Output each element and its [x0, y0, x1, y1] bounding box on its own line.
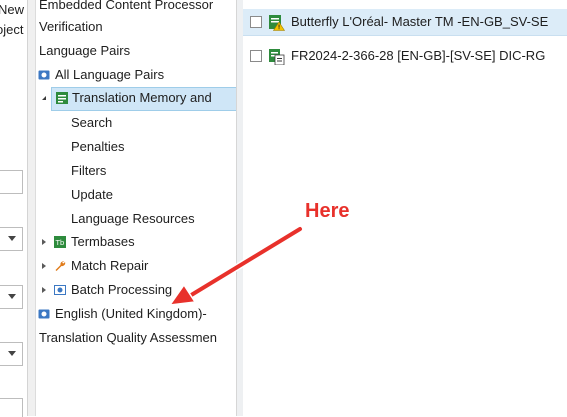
left-dropdown-4[interactable]	[0, 342, 23, 366]
batch-processing-icon	[54, 285, 66, 295]
left-side-panel: New oject	[0, 0, 28, 417]
tree-item-translation-memory[interactable]: Translation Memory and	[51, 87, 236, 111]
tree-item-all-language-pairs[interactable]: All Language Pairs	[55, 64, 164, 86]
termbase-icon: Tb	[54, 236, 66, 248]
expand-arrow-icon[interactable]	[42, 263, 46, 269]
left-dropdown-2[interactable]	[0, 227, 23, 251]
row-checkbox[interactable]	[250, 16, 262, 28]
tree-item-language-resources[interactable]: Language Resources	[71, 208, 195, 230]
settings-tree: Embedded Content Processor Verification …	[36, 0, 236, 416]
tree-item-filters[interactable]: Filters	[71, 160, 106, 182]
wrench-icon	[55, 261, 66, 271]
tree-item-search[interactable]: Search	[71, 112, 112, 134]
tree-item-penalties[interactable]: Penalties	[71, 136, 124, 158]
tree-item-batch-processing[interactable]: Batch Processing	[71, 279, 172, 301]
row-checkbox[interactable]	[250, 50, 262, 62]
chevron-down-icon	[8, 236, 16, 241]
tree-item-match-repair[interactable]: Match Repair	[71, 255, 148, 277]
translation-memory-file-icon	[269, 49, 285, 65]
translation-memory-icon	[56, 92, 68, 104]
tm-name: FR2024-2-366-28 [EN-GB]-[SV-SE] DIC-RG	[291, 48, 546, 63]
tree-item-update[interactable]: Update	[71, 184, 113, 206]
left-dropdown-5[interactable]	[0, 398, 23, 417]
tree-item-language-pairs[interactable]: Language Pairs	[39, 40, 130, 62]
project-label[interactable]: oject	[0, 22, 23, 37]
translation-memory-list: Butterfly L'Oréal- Master TM -EN-GB_SV-S…	[243, 0, 567, 416]
annotation-label: Here	[305, 200, 350, 222]
tree-item-label: Translation Memory and	[72, 90, 212, 105]
left-dropdown-3[interactable]	[0, 285, 23, 309]
translation-memory-warning-icon	[269, 15, 285, 31]
language-pair-icon	[38, 309, 50, 319]
collapse-arrow-icon[interactable]	[42, 96, 46, 100]
chevron-down-icon	[8, 351, 16, 356]
language-pair-icon	[38, 70, 50, 80]
svg-text:Tb: Tb	[55, 239, 65, 247]
left-dropdown-1[interactable]	[0, 170, 23, 194]
list-item[interactable]: Butterfly L'Oréal- Master TM -EN-GB_SV-S…	[243, 9, 567, 36]
expand-arrow-icon[interactable]	[42, 239, 46, 245]
chevron-down-icon	[8, 294, 16, 299]
tree-item-translation-quality-assessment[interactable]: Translation Quality Assessmen	[39, 327, 217, 349]
list-item[interactable]: FR2024-2-366-28 [EN-GB]-[SV-SE] DIC-RG	[243, 43, 567, 69]
new-project-label[interactable]: New	[0, 2, 24, 17]
tm-name: Butterfly L'Oréal- Master TM -EN-GB_SV-S…	[291, 14, 549, 29]
tree-scrollbar[interactable]	[28, 0, 36, 416]
tree-item-english-united-kingdom[interactable]: English (United Kingdom)-	[55, 303, 207, 325]
tree-item-verification[interactable]: Verification	[39, 16, 103, 38]
tree-item-embedded-content-processor[interactable]: Embedded Content Processor	[39, 0, 213, 16]
expand-arrow-icon[interactable]	[42, 287, 46, 293]
tree-item-termbases[interactable]: Termbases	[71, 231, 135, 253]
